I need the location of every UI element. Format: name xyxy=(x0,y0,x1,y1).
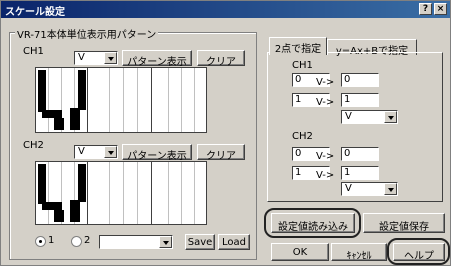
ch2-output-2[interactable]: 1 xyxy=(341,166,379,180)
chevron-down-icon[interactable] xyxy=(104,52,117,64)
load-button[interactable]: Load xyxy=(218,234,250,250)
ch2-output-1[interactable]: 0 xyxy=(341,147,379,161)
ch1-scaled-unit-select[interactable]: V xyxy=(341,110,398,124)
ch2-arrow-1: V-> xyxy=(316,151,335,162)
help-icon[interactable]: ? xyxy=(419,3,432,15)
panel-ch1-label: CH1 xyxy=(292,60,313,71)
tab-two-point[interactable]: 2点で指定 xyxy=(269,37,327,55)
pattern-segment[interactable] xyxy=(70,200,80,222)
pattern-segment[interactable] xyxy=(54,210,64,222)
pattern-segment[interactable] xyxy=(42,110,62,118)
radio-1-label: 1 xyxy=(48,235,55,246)
ch1-clear-button[interactable]: クリア xyxy=(197,50,245,68)
ch1-arrow-2: V-> xyxy=(316,97,335,108)
save-settings-button[interactable]: 設定値保存 xyxy=(363,213,445,233)
ch2-clear-button[interactable]: クリア xyxy=(197,144,245,162)
ch1-arrow-1: V-> xyxy=(316,77,335,88)
pattern-preset-select[interactable] xyxy=(99,235,173,249)
ch1-scaled-unit-value: V xyxy=(345,111,352,122)
pattern-segment[interactable] xyxy=(54,118,64,130)
chevron-down-icon[interactable] xyxy=(104,146,117,158)
pattern-segment[interactable] xyxy=(78,70,86,110)
highlight-help xyxy=(387,238,450,265)
ch2-unit-value: V xyxy=(78,146,85,157)
ch1-unit-value: V xyxy=(78,52,85,63)
pattern-segment[interactable] xyxy=(42,202,62,210)
chevron-down-icon[interactable] xyxy=(159,236,172,248)
pattern-group-label: VR-71本体単位表示用パターン xyxy=(15,26,159,41)
panel-ch2-label: CH2 xyxy=(292,131,313,142)
ok-button[interactable]: OK xyxy=(271,243,329,261)
ch2-scaled-unit-value: V xyxy=(345,183,352,194)
ch2-scaled-unit-select[interactable]: V xyxy=(341,182,398,196)
cancel-button[interactable]: ｷｬﾝｾﾙ xyxy=(331,243,387,262)
close-icon[interactable]: × xyxy=(434,3,447,15)
chevron-down-icon[interactable] xyxy=(384,111,397,123)
radio-2[interactable] xyxy=(71,236,82,247)
pattern-segment[interactable] xyxy=(78,164,86,202)
ch1-pattern-button[interactable]: パターン表示 xyxy=(122,50,192,68)
ch1-output-1[interactable]: 0 xyxy=(341,73,379,87)
ch2-pattern-button[interactable]: パターン表示 xyxy=(122,144,192,162)
chevron-down-icon[interactable] xyxy=(384,183,397,195)
ch2-label: CH2 xyxy=(23,140,44,151)
pattern-segment[interactable] xyxy=(38,70,46,112)
ch1-unit-select[interactable]: V xyxy=(74,51,118,65)
ch1-label: CH1 xyxy=(23,46,44,57)
save-button[interactable]: Save xyxy=(185,234,215,250)
radio-2-label: 2 xyxy=(84,235,91,246)
ch2-arrow-2: V-> xyxy=(316,170,335,181)
window-title: スケール設定 xyxy=(5,7,65,18)
scale-settings-dialog: スケール設定 ? × VR-71本体単位表示用パターン CH1 V パターン表示… xyxy=(0,0,451,266)
pattern-segment[interactable] xyxy=(38,164,46,204)
ch2-unit-select[interactable]: V xyxy=(74,145,118,159)
title-bar: スケール設定 ? × xyxy=(1,1,450,18)
ch2-pattern-grid[interactable] xyxy=(35,161,207,225)
radio-1[interactable] xyxy=(35,236,46,247)
pattern-segment[interactable] xyxy=(70,108,80,130)
ch1-output-2[interactable]: 1 xyxy=(341,93,379,107)
highlight-read-settings xyxy=(264,208,361,238)
ch1-pattern-grid[interactable] xyxy=(35,67,207,133)
